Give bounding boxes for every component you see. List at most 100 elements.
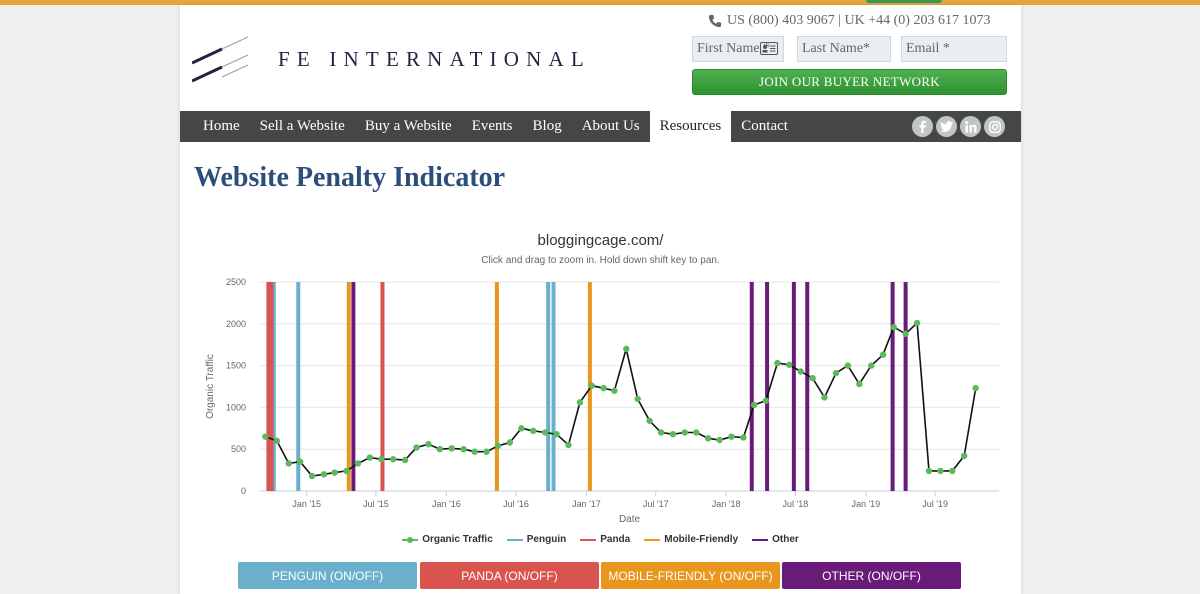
organic-traffic-point [401,456,409,464]
organic-traffic-point [809,374,816,382]
legend-item-organic-traffic[interactable]: Organic Traffic [402,534,493,545]
legend-swatch [580,538,597,541]
x-tick-label: Jan '18 [712,499,741,509]
legend-swatch [644,538,661,541]
organic-traffic-point [786,361,793,368]
organic-traffic-point [879,351,887,358]
nav-blog[interactable]: Blog [523,111,572,142]
organic-traffic-point [949,467,956,475]
panda-toggle-button[interactable]: PANDA (ON/OFF) [420,562,599,589]
other-toggle-button[interactable]: OTHER (ON/OFF) [782,562,961,589]
join-buyer-network-button[interactable]: JOIN OUR BUYER NETWORK [692,69,1007,95]
organic-traffic-point [972,384,979,392]
organic-traffic-line [265,321,977,477]
email-input[interactable] [901,36,1007,62]
nav-home[interactable]: Home [180,111,250,142]
organic-traffic-point [541,429,549,436]
organic-traffic-point [296,458,304,465]
organic-traffic-point [494,442,502,450]
top-tab[interactable] [866,0,942,3]
organic-traffic-point [681,429,689,436]
penguin-toggle-button[interactable]: PENGUIN (ON/OFF) [238,562,417,589]
nav-contact[interactable]: Contact [731,111,798,142]
x-tick-label: Jul '15 [363,499,389,509]
organic-traffic-point [867,362,875,369]
organic-traffic-point [576,399,584,406]
organic-traffic-point [320,471,328,478]
organic-traffic-point [483,448,490,455]
x-tick-label: Jul '18 [783,499,809,509]
chart-title: bloggingcage.com/ [537,232,664,249]
organic-traffic-point [378,456,385,463]
nav-resources[interactable]: Resources [649,111,732,143]
x-tick-label: Jan '15 [292,499,321,509]
main-nav: Home Sell a Website Buy a Website Events… [180,111,1021,143]
mobile-friendly-toggle-button[interactable]: MOBILE-FRIENDLY (ON/OFF) [601,562,780,589]
organic-traffic-point [913,319,921,327]
contact-card-icon [760,42,778,55]
organic-traffic-point [704,435,712,442]
organic-traffic-point [797,368,804,375]
y-tick-label: 500 [231,444,246,454]
organic-traffic-point [750,401,758,409]
organic-traffic-point [530,427,537,435]
organic-traffic-point [389,456,397,463]
organic-traffic-point [308,472,316,480]
legend-label: Organic Traffic [422,534,493,545]
last-name-input[interactable] [797,36,891,62]
brand-name[interactable]: FE INTERNATIONAL [278,47,591,72]
traffic-chart[interactable]: 0 500 1000 1500 2000 2500 Jan '15 Jul '15 Jan '1… [180,273,1021,528]
organic-traffic-point [588,382,596,389]
x-tick-label: Jan '16 [432,499,461,509]
organic-traffic-point [960,452,968,460]
organic-traffic-point [623,345,630,353]
instagram-icon[interactable] [984,116,1005,137]
organic-traffic-point [354,460,362,467]
nav-about-us[interactable]: About Us [572,111,650,142]
legend-swatch [402,536,419,543]
organic-traffic-point [832,369,840,377]
logo-icon[interactable] [192,33,252,87]
organic-traffic-point [634,395,641,403]
nav-events[interactable]: Events [462,111,523,142]
organic-traffic-point [902,330,909,338]
y-tick-label: 1000 [226,402,246,412]
organic-traffic-point [413,444,420,451]
y-axis-title: Organic Traffic [205,354,216,419]
y-tick-label: 2500 [226,277,246,287]
legend-item-mobile-friendly[interactable]: Mobile-Friendly [644,534,738,545]
y-tick-label: 2000 [226,319,246,329]
organic-traffic-point [844,362,852,369]
organic-traffic-point [331,469,338,476]
organic-traffic-point [436,446,444,453]
nav-buy-a-website[interactable]: Buy a Website [355,111,462,142]
organic-traffic-point [693,429,700,436]
organic-traffic-point [343,467,350,475]
twitter-icon[interactable] [936,116,957,137]
linkedin-icon[interactable] [960,116,981,137]
x-tick-label: Jan '17 [572,499,601,509]
page-title: Website Penalty Indicator [194,162,506,193]
legend-swatch [506,538,523,541]
organic-traffic-point [471,448,478,455]
x-axis-title: Date [619,514,641,525]
organic-traffic-point [553,430,560,438]
organic-traffic-point [448,445,455,452]
legend-item-other[interactable]: Other [752,534,799,545]
x-tick-label: Jul '19 [922,499,948,509]
organic-traffic-point [762,397,770,404]
organic-traffic-point [460,446,467,453]
page-container: FE INTERNATIONAL US (800) 403 9067 | UK … [180,5,1021,594]
legend-label: Penguin [526,534,567,545]
organic-traffic-point [774,359,781,367]
organic-traffic-point [657,429,665,436]
legend-item-penguin[interactable]: Penguin [506,534,567,545]
organic-traffic-point [740,434,747,441]
legend-item-panda[interactable]: Panda [580,534,630,545]
nav-sell-a-website[interactable]: Sell a Website [250,111,355,142]
organic-traffic-point [728,433,735,440]
organic-traffic-point [890,323,897,331]
facebook-icon[interactable] [912,116,933,137]
legend-label: Panda [600,534,631,545]
phone-icon [708,14,722,28]
